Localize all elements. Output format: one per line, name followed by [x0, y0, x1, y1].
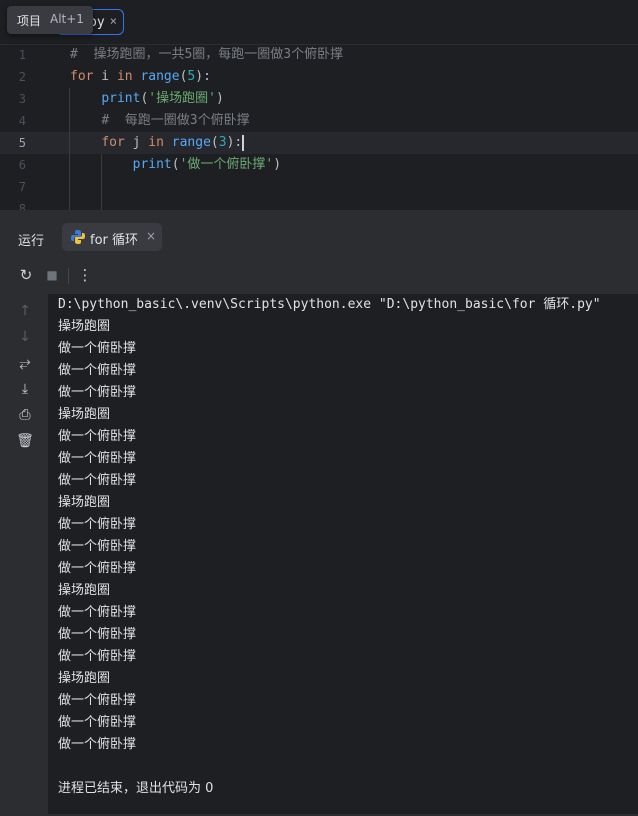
code-token: j	[124, 135, 149, 150]
code-token: (	[210, 135, 219, 150]
console-line: 做一个俯卧撑	[58, 473, 137, 488]
editor-tab-bar: py × 项目 Alt+1	[0, 0, 638, 45]
console-line: 操场跑圈	[58, 407, 111, 422]
line-number: 7	[18, 180, 26, 194]
code-line: print('操场跑圈')	[70, 88, 224, 110]
console-line: 操场跑圈	[58, 495, 111, 510]
soft-wrap-icon[interactable]: ⥂	[16, 354, 34, 372]
console-line: 做一个俯卧撑	[58, 605, 137, 620]
code-token: range	[171, 135, 211, 150]
line-number: 3	[18, 92, 26, 106]
console-line: 操场跑圈	[58, 671, 111, 686]
stop-icon[interactable]: ■	[43, 266, 61, 284]
scroll-to-end-icon[interactable]: ⤓	[16, 380, 34, 398]
code-token: '操场跑圈'	[148, 91, 216, 106]
code-token: print	[101, 91, 141, 106]
line-number: 4	[18, 114, 26, 128]
run-tab-label: for 循环	[90, 233, 139, 248]
line-number: 8	[18, 202, 26, 210]
close-icon[interactable]: ×	[146, 229, 156, 243]
code-token: range	[140, 69, 180, 84]
code-token: # 每跑一圈做3个俯卧撑	[101, 113, 250, 128]
code-line: for j in range(3):	[70, 132, 244, 154]
code-token: 3	[218, 135, 227, 150]
run-toolbar: ↻ ■ ⋮	[0, 260, 638, 290]
console-line: 做一个俯卧撑	[58, 363, 137, 378]
line-number: 6	[18, 158, 26, 172]
code-token: in	[116, 69, 133, 84]
scroll-down-icon[interactable]: ↓	[16, 328, 34, 346]
console-line: 进程已结束，退出代码为 0	[58, 781, 214, 796]
code-token: )	[215, 91, 224, 106]
tooltip-shortcut: Alt+1	[50, 12, 84, 26]
console-side-toolbar: ↑ ↓ ⥂ ⤓ ⎙ 🗑	[0, 294, 49, 814]
run-config-tab[interactable]: for 循环 ×	[62, 223, 162, 251]
code-area[interactable]: 1 2 3 4 5 6 7 8 # 操场跑圈，一共5圈，每跑一圈做3个俯卧撑 for i in r…	[0, 44, 638, 210]
line-number: 5	[18, 136, 26, 150]
project-tooltip: 项目 Alt+1	[7, 6, 93, 34]
tooltip-title: 项目	[17, 14, 42, 28]
console-line: 做一个俯卧撑	[58, 341, 137, 356]
console-line: 做一个俯卧撑	[58, 517, 137, 532]
run-panel: 运行 for 循环 × ↻ ■ ⋮ ↑ ↓ ⥂ ⤓ ⎙ 🗑 D:\python_basic…	[0, 216, 638, 816]
code-line: print('做一个俯卧撑')	[70, 154, 281, 176]
code-token: ):	[226, 135, 243, 150]
console-line: 做一个俯卧撑	[58, 627, 137, 642]
close-icon[interactable]: ×	[110, 14, 117, 28]
code-line: # 操场跑圈，一共5圈，每跑一圈做3个俯卧撑	[70, 44, 343, 66]
code-token: (	[171, 157, 180, 172]
run-panel-title: 运行	[18, 234, 45, 249]
console-line: 做一个俯卧撑	[58, 693, 137, 708]
console-line: D:\python_basic\.venv\Scripts\python.exe…	[58, 297, 601, 312]
console-line: 做一个俯卧撑	[58, 649, 137, 664]
more-options-icon[interactable]: ⋮	[76, 266, 94, 284]
line-number: 1	[18, 48, 26, 62]
console-line: 做一个俯卧撑	[58, 385, 137, 400]
console-line: 做一个俯卧撑	[58, 737, 137, 752]
console-line: 做一个俯卧撑	[58, 429, 137, 444]
console-line: 做一个俯卧撑	[58, 715, 137, 730]
code-token: print	[132, 157, 172, 172]
console-line: 操场跑圈	[58, 583, 111, 598]
text-caret	[242, 134, 244, 151]
code-token: # 操场跑圈，一共5圈，每跑一圈做3个俯卧撑	[70, 47, 344, 62]
code-token: ):	[195, 69, 211, 84]
code-editor[interactable]: py × 项目 Alt+1 1 2 3 4 5 6 7 8 # 操场跑圈，一共5圈，每跑一圈做3…	[0, 0, 638, 210]
print-icon[interactable]: ⎙	[16, 406, 34, 424]
code-token: )	[273, 157, 282, 172]
scroll-up-icon[interactable]: ↑	[16, 302, 34, 320]
trash-icon[interactable]: 🗑	[16, 432, 34, 450]
code-token: i	[93, 69, 117, 84]
toolbar-separator	[68, 268, 69, 284]
console-line: 做一个俯卧撑	[58, 539, 137, 554]
python-icon	[71, 230, 85, 244]
code-line: for i in range(5):	[70, 66, 211, 88]
line-number: 2	[18, 70, 26, 84]
console-line: 做一个俯卧撑	[58, 561, 137, 576]
code-token: in	[148, 135, 164, 150]
console-line: 做一个俯卧撑	[58, 451, 137, 466]
console-output[interactable]: D:\python_basic\.venv\Scripts\python.exe…	[48, 294, 638, 814]
code-token: for	[70, 69, 94, 84]
rerun-icon[interactable]: ↻	[17, 266, 35, 284]
code-token: '做一个俯卧撑'	[179, 157, 274, 172]
console-line: 操场跑圈	[58, 319, 111, 334]
code-line: # 每跑一圈做3个俯卧撑	[70, 110, 250, 132]
code-token: for	[101, 135, 125, 150]
